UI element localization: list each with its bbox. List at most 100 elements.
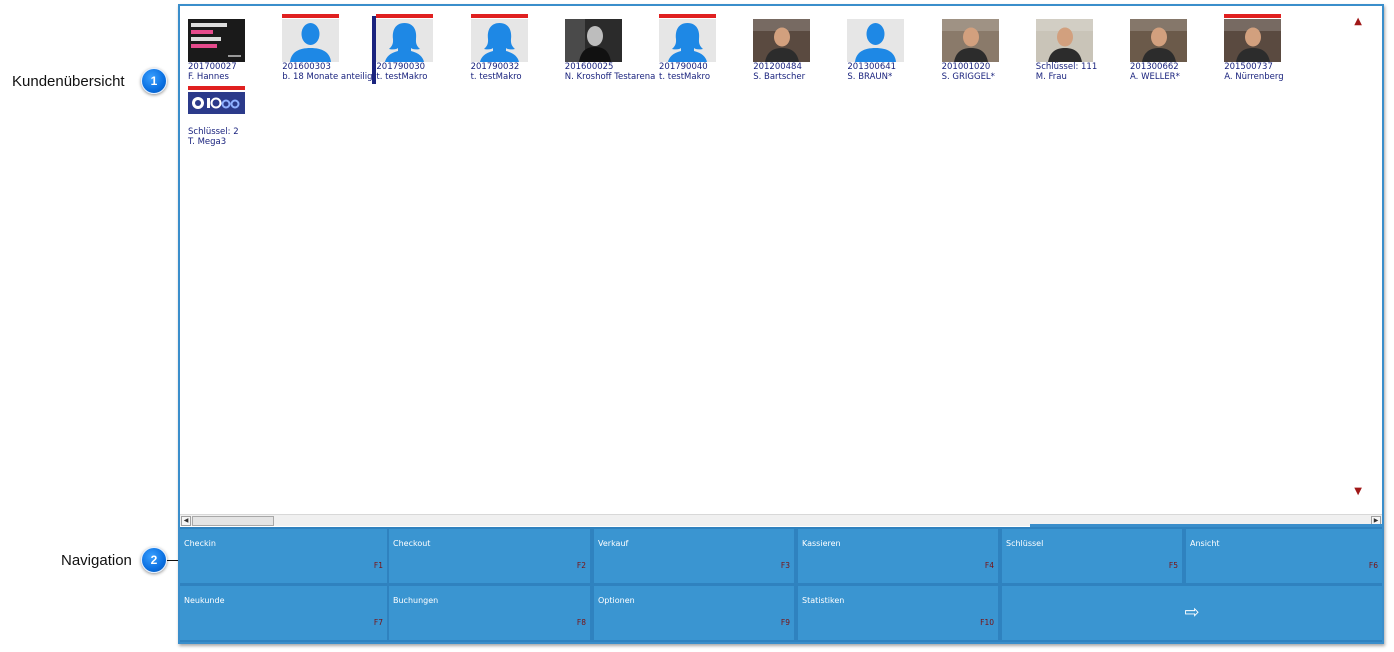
customer-name: M. Frau — [1035, 72, 1067, 82]
webcam-photo — [1224, 19, 1282, 62]
exit-icon: ⇨ — [1184, 602, 1200, 623]
customer-name: t. testMakro — [470, 72, 522, 82]
customer-name: S. GRIGGEL* — [941, 72, 995, 82]
callout-label-navigation: Navigation — [61, 552, 132, 569]
app-window: ▲ ▼ 201700027 F. Hannes 201600303 b. 18 Mon… — [178, 4, 1384, 644]
avatar-female-icon — [470, 19, 528, 62]
nav-label: Statistiken — [802, 596, 845, 605]
callout-label-overview: Kundenübersicht — [12, 73, 125, 90]
customer-tile[interactable]: 201001020 S. GRIGGEL* — [941, 14, 1036, 82]
scroll-left-button[interactable]: ◀ — [181, 516, 191, 526]
nav-key: F5 — [1168, 561, 1178, 570]
customer-id: 201700027 — [188, 62, 237, 72]
customer-id: 201790030 — [376, 62, 426, 72]
nav-label: Checkout — [393, 539, 431, 548]
customer-name: N. Kroshoff Testarena — [564, 72, 656, 82]
customer-name: t. testMakro — [376, 72, 428, 82]
customer-tile[interactable]: 201500737 A. Nürrenberg — [1224, 14, 1318, 82]
nav-label: Verkauf — [598, 539, 629, 548]
customer-tile[interactable]: 201700027 F. Hannes — [188, 14, 282, 82]
webcam-photo — [1130, 19, 1187, 62]
avatar-male-icon — [282, 19, 340, 62]
nav-key: F7 — [373, 618, 383, 627]
nav-checkout-button[interactable]: Checkout F2 — [389, 529, 590, 583]
avatar-male-icon — [847, 19, 905, 62]
flag-marker — [188, 86, 245, 90]
customer-id: 201001020 — [941, 62, 991, 72]
nav-label: Ansicht — [1190, 539, 1220, 548]
customer-tile[interactable]: 201790040 t. testMakro — [659, 14, 753, 82]
nav-label: Kassieren — [802, 539, 841, 548]
nav-key: F2 — [576, 561, 586, 570]
webcam-photo — [941, 19, 999, 62]
customer-name: T. Mega3 — [188, 137, 227, 147]
navigation: Checkin F1 Checkout F2 Verkauf F3 Kassie… — [180, 527, 1382, 642]
scrollbar-thumb[interactable] — [192, 516, 274, 526]
customer-name: A. WELLER* — [1130, 72, 1180, 82]
customer-tile[interactable]: Schlüssel: 2 T. Mega3 — [188, 86, 282, 152]
customer-id: 201600025 — [564, 62, 614, 72]
customer-name: S. Bartscher — [753, 72, 806, 82]
nav-label: Neukunde — [184, 596, 225, 605]
customer-tile[interactable]: 201300641 S. BRAUN* — [847, 14, 941, 82]
scroll-down-icon[interactable]: ▼ — [1354, 486, 1362, 497]
customer-tile[interactable]: Schlüssel: 111 M. Frau — [1035, 14, 1130, 82]
nav-key: F8 — [576, 618, 586, 627]
logo-photo — [188, 92, 245, 114]
nav-optionen-button[interactable]: Optionen F9 — [594, 586, 794, 640]
customer-id: 201200484 — [753, 62, 802, 72]
flag-marker — [282, 14, 340, 18]
customer-name: F. Hannes — [188, 72, 229, 82]
customer-id: 201790032 — [470, 62, 520, 72]
customer-tile[interactable]: 201790030 t. testMakro — [376, 14, 470, 82]
customer-tile[interactable]: 201200484 S. Bartscher — [753, 14, 847, 82]
avatar-female-icon — [659, 19, 716, 62]
customer-id: 201300662 — [1130, 62, 1179, 72]
customer-name: S. BRAUN* — [847, 72, 893, 82]
nav-schluessel-button[interactable]: Schlüssel F5 — [1002, 529, 1182, 583]
customer-id: 201600303 — [282, 62, 331, 72]
nav-key: F3 — [780, 561, 790, 570]
customer-tile[interactable]: 201600025 N. Kroshoff Testarena — [564, 14, 659, 82]
customer-name: A. Nürrenberg — [1224, 72, 1284, 82]
scroll-up-icon[interactable]: ▲ — [1354, 16, 1362, 27]
webcam-photo — [1035, 19, 1093, 62]
callout-badge-overview: 1 — [141, 68, 167, 94]
customer-name: b. 18 Monate anteilig — [282, 72, 373, 82]
nav-label: Optionen — [598, 596, 635, 605]
nav-key: F10 — [980, 618, 994, 627]
callout-badge-navigation: 2 — [141, 547, 167, 573]
nav-kassieren-button[interactable]: Kassieren F4 — [798, 529, 998, 583]
customer-name: t. testMakro — [659, 72, 711, 82]
nav-checkin-button[interactable]: Checkin F1 — [180, 529, 387, 583]
avatar-female-icon — [376, 19, 434, 62]
nav-exit-button[interactable]: ⇨ — [1002, 586, 1382, 640]
customer-overview: ▲ ▼ 201700027 F. Hannes 201600303 b. 18 Mon… — [180, 6, 1382, 514]
flag-marker — [470, 14, 528, 18]
nav-key: F9 — [780, 618, 790, 627]
nav-statistiken-button[interactable]: Statistiken F10 — [798, 586, 998, 640]
flag-marker — [376, 14, 434, 18]
customer-id: 201500737 — [1224, 62, 1273, 72]
flag-marker — [659, 14, 716, 18]
nav-label: Checkin — [184, 539, 216, 548]
customer-id: Schlüssel: 111 — [1035, 62, 1098, 72]
customer-tile[interactable]: 201300662 A. WELLER* — [1130, 14, 1224, 82]
text-poster-photo — [188, 19, 245, 62]
customer-id: 201790040 — [659, 62, 708, 72]
nav-key: F6 — [1368, 561, 1378, 570]
webcam-photo — [753, 19, 811, 62]
customer-id: 201300641 — [847, 62, 897, 72]
nav-ansicht-button[interactable]: Ansicht F6 — [1186, 529, 1382, 583]
customer-id: Schlüssel: 2 — [188, 127, 239, 137]
flag-marker — [1224, 14, 1282, 18]
nav-neukunde-button[interactable]: Neukunde F7 — [180, 586, 387, 640]
nav-buchungen-button[interactable]: Buchungen F8 — [389, 586, 590, 640]
customer-tile[interactable]: 201600303 b. 18 Monate anteilig — [282, 14, 376, 82]
bw-portrait-photo — [564, 19, 622, 62]
nav-key: F1 — [373, 561, 383, 570]
nav-label: Schlüssel — [1006, 539, 1044, 548]
nav-verkauf-button[interactable]: Verkauf F3 — [594, 529, 794, 583]
nav-label: Buchungen — [393, 596, 439, 605]
customer-tile[interactable]: 201790032 t. testMakro — [470, 14, 565, 82]
